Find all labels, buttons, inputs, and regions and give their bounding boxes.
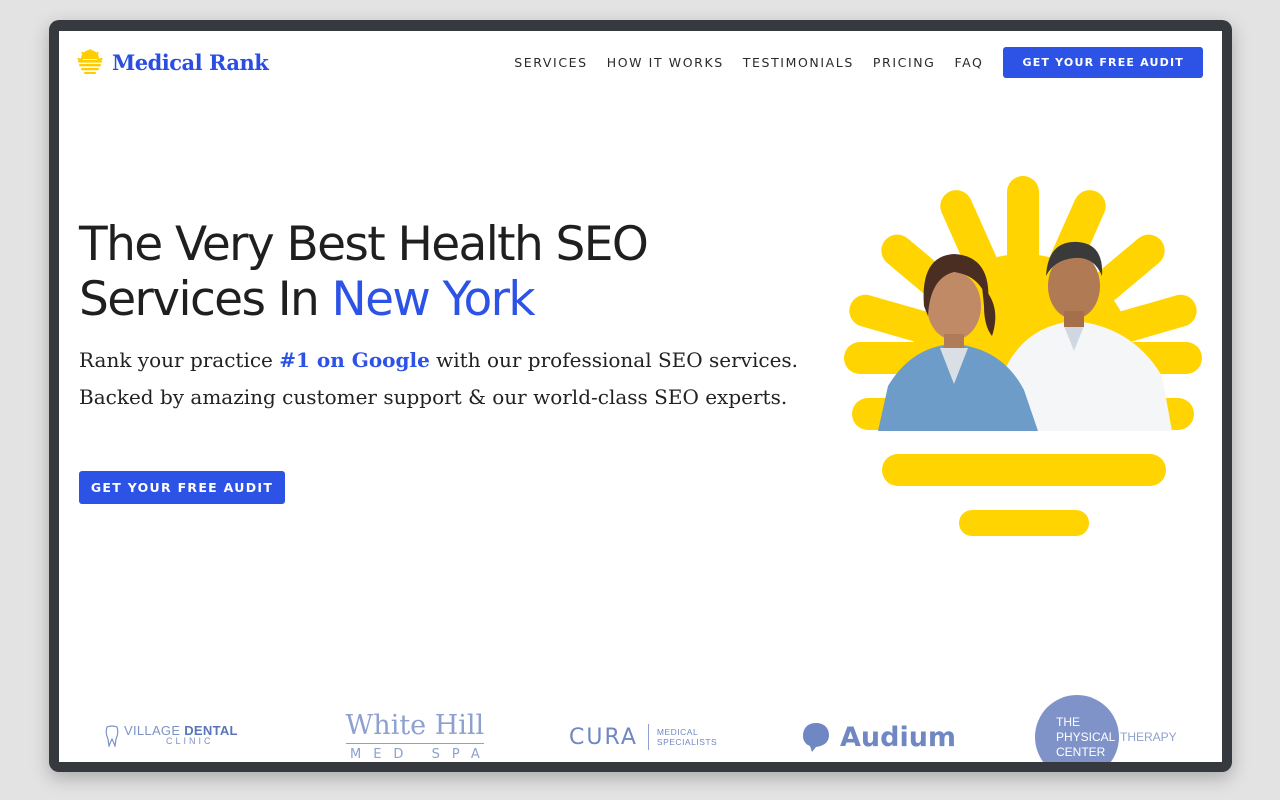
cura-sub1: MEDICAL <box>656 727 699 737</box>
pt-line3: CENTER <box>1056 745 1106 759</box>
cura-sub2: SPECIALISTS <box>656 737 718 747</box>
nav-item-faq[interactable]: FAQ <box>954 55 983 70</box>
audium-name: Audium <box>840 721 957 753</box>
logo-village-dental-clinic: VILLAGE DENTAL CLINIC <box>104 724 238 747</box>
pt-line1: THE <box>1056 715 1080 729</box>
logo-audium: Audium <box>801 721 956 753</box>
brand-name: Medical Rank <box>112 49 269 75</box>
ear-icon <box>803 723 829 752</box>
header-audit-button[interactable]: GET YOUR FREE AUDIT <box>1003 47 1203 78</box>
hero-title-prefix: Services In <box>79 272 332 327</box>
clinic-word: CLINIC <box>166 736 214 746</box>
hero-title-line1: The Very Best Health SEO <box>79 217 649 272</box>
nav-item-services[interactable]: SERVICES <box>514 55 587 70</box>
nav-item-pricing[interactable]: PRICING <box>873 55 936 70</box>
nav-item-testimonials[interactable]: TESTIMONIALS <box>743 55 854 70</box>
hero-subtitle: Rank your practice #1 on Google with our… <box>79 342 809 416</box>
main-nav: SERVICES HOW IT WORKS TESTIMONIALS PRICI… <box>514 47 1203 78</box>
client-logos-strip: VILLAGE DENTAL CLINIC White Hill MED SPA… <box>59 691 1222 762</box>
nav-item-how-it-works[interactable]: HOW IT WORKS <box>607 55 724 70</box>
logo-cura-medical-specialists: CURA MEDICAL SPECIALISTS <box>569 724 717 750</box>
tooth-icon <box>105 725 119 747</box>
logo-white-hill-med-spa: White Hill MED SPA <box>338 710 492 763</box>
hero-illustration <box>844 176 1202 536</box>
hero-title: The Very Best Health SEO Services In New… <box>79 217 649 327</box>
brand-logo[interactable]: Medical Rank <box>77 49 269 75</box>
hero-subtitle-pre: Rank your practice <box>79 348 280 372</box>
pt-side-word: THERAPY <box>1120 730 1177 744</box>
hero-audit-button[interactable]: GET YOUR FREE AUDIT <box>79 471 285 504</box>
cura-divider <box>647 724 649 750</box>
sun-logo-icon <box>77 49 103 74</box>
logo-physical-therapy-center: THE PHYSICAL CENTER THERAPY <box>1035 695 1177 762</box>
hero-subtitle-highlight: #1 on Google <box>279 348 430 372</box>
white-hill-divider <box>345 743 484 744</box>
white-hill-sub: MED SPA <box>350 747 492 762</box>
cura-name: CURA <box>569 724 638 750</box>
browser-viewport: Medical Rank SERVICES HOW IT WORKS TESTI… <box>59 31 1222 762</box>
hero-title-location: New York <box>331 272 536 327</box>
pt-line2: PHYSICAL <box>1056 730 1116 744</box>
white-hill-name: White Hill <box>345 710 485 741</box>
